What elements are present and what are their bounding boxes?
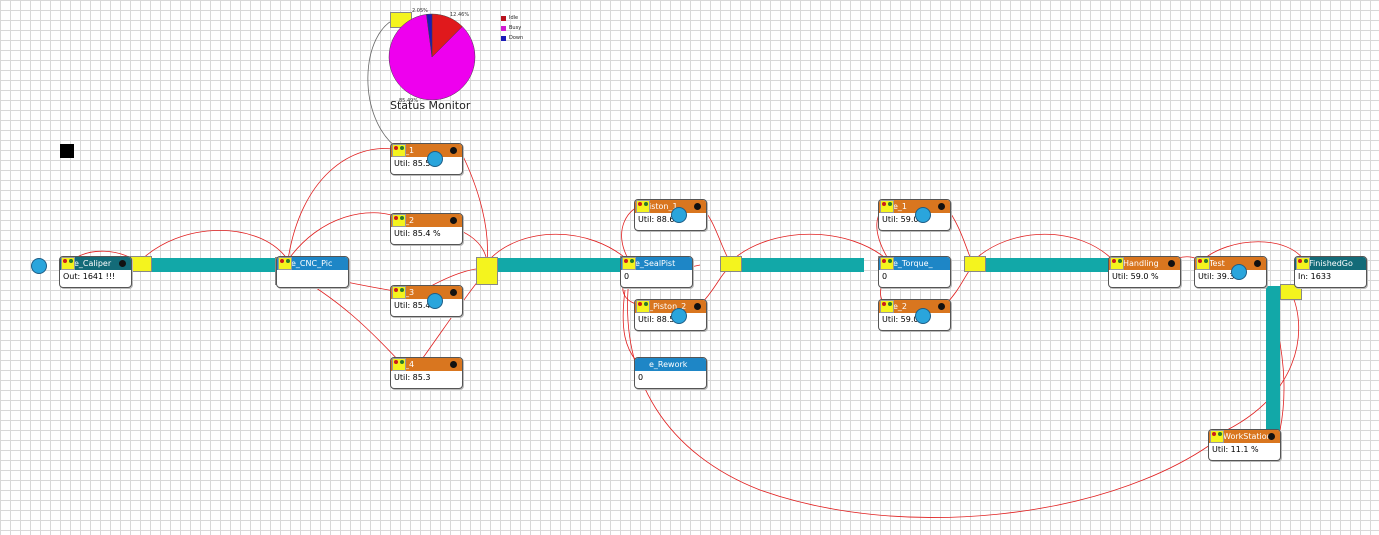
block-title: e_1 <box>893 202 908 211</box>
legend-label-down: Down <box>509 35 524 41</box>
block-stat: Util: 11.1 % <box>1212 445 1259 454</box>
block-stat: 0 <box>624 272 630 281</box>
source-caliper[interactable]: e_Caliper Out: 1641 !!! <box>59 256 132 288</box>
buffer-cnc[interactable]: e_CNC_Pic <box>276 256 349 288</box>
block-connector[interactable] <box>392 214 406 227</box>
block-connector[interactable] <box>392 144 406 157</box>
status-dot-icon <box>450 289 457 296</box>
entity-token[interactable] <box>1231 264 1247 280</box>
block-stat: 0 <box>638 373 644 382</box>
block-connector[interactable] <box>1110 257 1124 270</box>
buffer-torque[interactable]: e_Torque_ 0 <box>878 256 951 288</box>
legend-label-busy: Busy <box>509 25 522 31</box>
block-connector[interactable] <box>1296 257 1310 270</box>
entity-token[interactable] <box>671 207 687 223</box>
block-stat: 0 <box>882 272 888 281</box>
block-title: _1 <box>405 146 415 155</box>
status-dot-icon <box>694 303 701 310</box>
block-connector[interactable] <box>61 257 75 270</box>
block-connector[interactable] <box>880 257 894 270</box>
status-dot-icon <box>938 303 945 310</box>
slice-label-idle: 12.46% <box>450 12 470 18</box>
block-connector[interactable] <box>278 257 292 270</box>
machine-cnc-4[interactable]: _4 Util: 85.3 <box>390 357 463 389</box>
status-dot-icon <box>450 217 457 224</box>
block-connector[interactable] <box>636 200 650 213</box>
legend-swatch-busy <box>501 25 506 31</box>
block-connector[interactable] <box>622 257 636 270</box>
status-dot-icon <box>938 203 945 210</box>
status-dot-icon <box>119 260 126 267</box>
block-connector[interactable] <box>636 300 650 313</box>
buffer-sealpiston[interactable]: e_SealPist 0 <box>620 256 693 288</box>
flow-node[interactable] <box>130 256 152 272</box>
entity-token[interactable] <box>671 308 687 324</box>
block-title: _2 <box>405 216 415 225</box>
block-title: _3 <box>405 288 415 297</box>
flow-node[interactable] <box>476 257 498 285</box>
entity-token[interactable] <box>915 308 931 324</box>
block-title: _4 <box>405 360 415 369</box>
conveyor-1[interactable] <box>145 258 277 272</box>
block-title: Test <box>1209 259 1225 268</box>
entity-token[interactable] <box>31 258 47 274</box>
buffer-rework[interactable]: e_Rework 0 <box>634 357 707 389</box>
drain-finished[interactable]: FinishedGo In: 1633 <box>1294 256 1367 288</box>
status-dot-icon <box>1268 433 1275 440</box>
status-dot-icon <box>1168 260 1175 267</box>
block-connector[interactable] <box>1210 430 1224 443</box>
block-title: e_CNC_Pic <box>291 259 333 268</box>
entity-token[interactable] <box>427 293 443 309</box>
status-dot-icon <box>450 147 457 154</box>
monitor-title: Status Monitor <box>390 99 471 112</box>
block-title: e_2 <box>893 302 908 311</box>
model-canvas[interactable]: 2.05% 12.46% 85.49% Idle Busy Down Statu… <box>0 0 1379 535</box>
block-title: e_Rework <box>649 360 688 369</box>
block-stat: Util: 85.4 % <box>394 229 441 238</box>
block-title: WorkStation <box>1223 432 1272 441</box>
machine-workstation[interactable]: WorkStation Util: 11.1 % <box>1208 429 1281 461</box>
block-connector[interactable] <box>880 300 894 313</box>
entity-token[interactable] <box>915 207 931 223</box>
block-title: Handling <box>1123 259 1159 268</box>
status-pie-chart <box>388 13 476 100</box>
legend-label-idle: Idle <box>509 15 519 21</box>
block-connector[interactable] <box>1196 257 1210 270</box>
block-stat: In: 1633 <box>1298 272 1332 281</box>
status-dot-icon <box>1254 260 1261 267</box>
status-monitor[interactable]: 2.05% 12.46% 85.49% Idle Busy Down Statu… <box>380 8 540 120</box>
block-title: e_Torque_ <box>893 259 933 268</box>
conveyor-3[interactable] <box>740 258 864 272</box>
block-connector[interactable] <box>392 358 406 371</box>
status-dot-icon <box>450 361 457 368</box>
block-title: e_SealPist <box>635 259 676 268</box>
flow-node[interactable] <box>964 256 986 272</box>
machine-handling[interactable]: Handling Util: 59.0 % <box>1108 256 1181 288</box>
block-connector[interactable] <box>392 286 406 299</box>
conveyor-rework[interactable] <box>1266 286 1280 438</box>
conveyor-2[interactable] <box>494 258 622 272</box>
entity-token[interactable] <box>427 151 443 167</box>
flow-node[interactable] <box>720 256 742 272</box>
machine-cnc-2[interactable]: _2 Util: 85.4 % <box>390 213 463 245</box>
block-stat: Util: 59.0 % <box>1112 272 1159 281</box>
status-dot-icon <box>694 203 701 210</box>
block-stat: Util: 85.3 <box>394 373 431 382</box>
slice-label-down: 2.05% <box>412 8 428 14</box>
chart-legend: Idle Busy Down <box>501 13 523 43</box>
block-title: FinishedGo <box>1309 259 1353 268</box>
conveyor-4[interactable] <box>984 258 1112 272</box>
block-title: e_Caliper <box>74 259 112 268</box>
legend-swatch-down <box>501 35 506 41</box>
legend-swatch-idle <box>501 15 506 21</box>
block-stat: Out: 1641 !!! <box>63 272 116 281</box>
black-square-marker[interactable] <box>60 144 74 158</box>
block-connector[interactable] <box>880 200 894 213</box>
